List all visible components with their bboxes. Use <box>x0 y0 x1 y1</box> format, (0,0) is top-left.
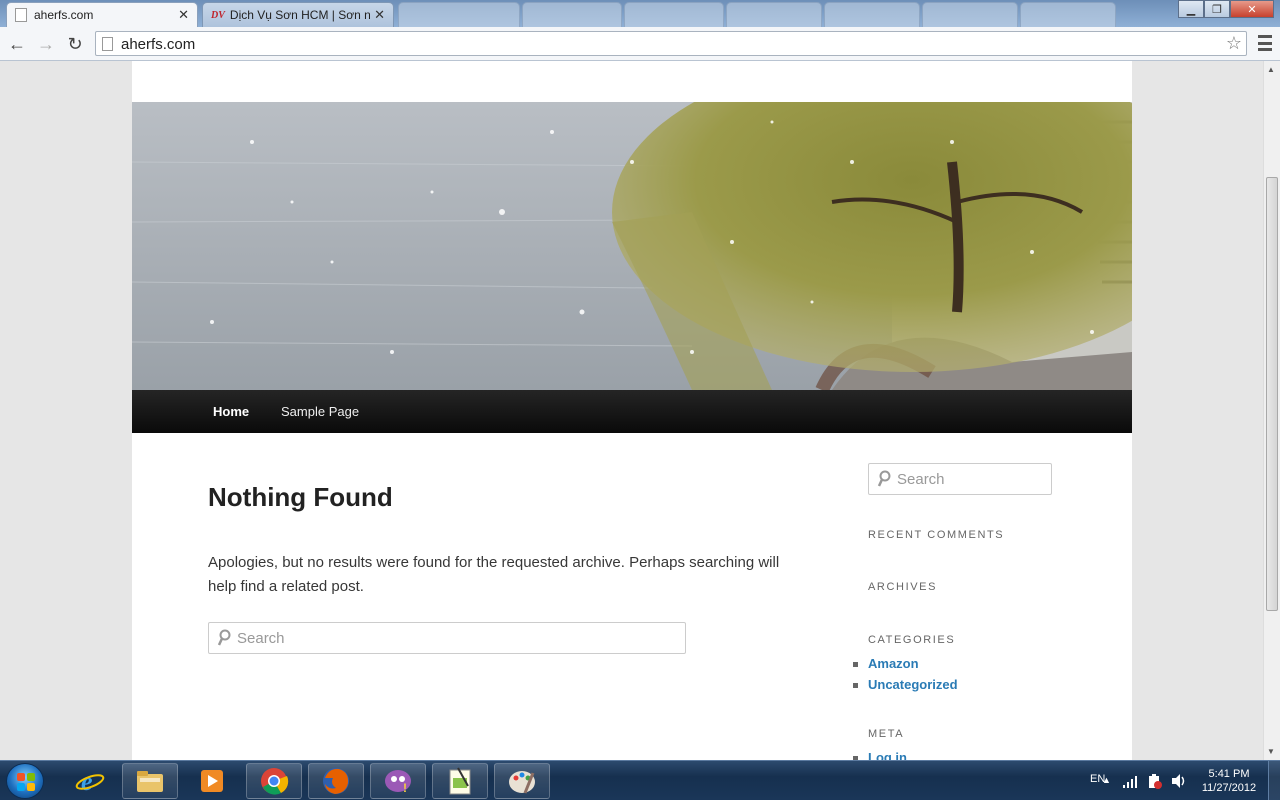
page-icon <box>15 8 27 22</box>
tab-background[interactable] <box>726 2 822 27</box>
notepad-icon[interactable] <box>432 763 488 799</box>
system-clock[interactable]: 5:41 PM 11/27/2012 <box>1194 767 1264 795</box>
volume-icon[interactable] <box>1170 773 1188 789</box>
browser-tab-strip: aherfs.com ✕ DV Dịch Vụ Sơn HCM | Sơn nh… <box>0 0 1280 27</box>
widget-title-categories: CATEGORIES <box>868 634 956 646</box>
url-text: aherfs.com <box>121 36 196 53</box>
chrome-icon[interactable] <box>246 763 302 799</box>
windows-flag-icon <box>17 773 35 791</box>
network-signal-icon[interactable] <box>1122 775 1138 789</box>
tab-title: aherfs.com <box>34 8 94 22</box>
minimize-button[interactable]: ▁ <box>1178 0 1204 18</box>
site-page: Home Sample Page Nothing Found Apologies… <box>132 61 1132 760</box>
bookmark-star-icon[interactable]: ☆ <box>1226 33 1242 54</box>
nav-home[interactable]: Home <box>213 404 249 419</box>
categories-list: Amazon Uncategorized <box>853 656 958 698</box>
search-icon <box>217 629 231 646</box>
category-link-uncategorized[interactable]: Uncategorized <box>868 677 958 692</box>
tab-background[interactable] <box>824 2 920 27</box>
start-button[interactable] <box>6 763 44 799</box>
widget-title-recent-comments: RECENT COMMENTS <box>868 529 1005 541</box>
list-item: Log in <box>853 750 907 760</box>
close-window-button[interactable]: ✕ <box>1230 0 1274 18</box>
clock-time: 5:41 PM <box>1208 768 1250 780</box>
scroll-down-icon[interactable]: ▼ <box>1267 747 1275 756</box>
menu-icon[interactable] <box>1258 35 1272 51</box>
yahoo-messenger-icon[interactable]: ! <box>370 763 426 799</box>
clock-date: 11/27/2012 <box>1201 782 1257 794</box>
page-viewport: Home Sample Page Nothing Found Apologies… <box>0 61 1263 760</box>
reload-icon[interactable]: ↻ <box>64 33 86 55</box>
window-controls: ▁ ❐ ✕ <box>1178 0 1274 18</box>
widget-title-meta: META <box>868 728 905 740</box>
close-tab-icon[interactable]: ✕ <box>374 7 385 23</box>
dv-favicon-icon: DV <box>211 9 225 21</box>
firefox-icon[interactable] <box>308 763 364 799</box>
tab-background[interactable] <box>522 2 622 27</box>
svg-text:e: e <box>81 767 93 796</box>
windows-explorer-icon[interactable] <box>122 763 178 799</box>
forward-arrow-icon[interactable]: → <box>35 33 57 55</box>
svg-text:!: ! <box>403 781 407 794</box>
tab-title: Dịch Vụ Sơn HCM | Sơn nhà <box>229 8 370 22</box>
widget-title-archives: ARCHIVES <box>868 581 938 593</box>
close-tab-icon[interactable]: ✕ <box>178 7 189 23</box>
meta-list: Log in <box>853 750 907 760</box>
tab-background[interactable] <box>922 2 1018 27</box>
sidebar-search-box <box>868 463 1052 495</box>
header-image <box>132 102 1132 390</box>
tab-aherfs[interactable]: aherfs.com ✕ <box>6 2 198 27</box>
internet-explorer-icon[interactable]: e <box>62 763 118 799</box>
main-search-input[interactable] <box>237 623 679 653</box>
maximize-button[interactable]: ❐ <box>1204 0 1230 18</box>
nav-sample-page[interactable]: Sample Page <box>281 404 359 419</box>
category-link-amazon[interactable]: Amazon <box>868 656 919 671</box>
power-icon[interactable] <box>1146 773 1162 789</box>
tab-background[interactable] <box>1020 2 1116 27</box>
page-title: Nothing Found <box>208 482 393 512</box>
scroll-up-icon[interactable]: ▲ <box>1267 65 1275 74</box>
paint-icon[interactable] <box>494 763 550 799</box>
media-player-icon[interactable] <box>184 763 240 799</box>
show-desktop-button[interactable] <box>1268 761 1280 800</box>
search-icon <box>877 470 891 487</box>
windows-taskbar: e ! EN ▲ 5:41 PM 11/27/2012 <box>0 760 1280 800</box>
page-scrollbar[interactable]: ▲ ▼ <box>1263 61 1280 760</box>
scroll-thumb[interactable] <box>1266 177 1278 611</box>
sidebar-search-input[interactable] <box>897 464 1045 494</box>
list-item: Amazon <box>853 656 958 677</box>
tab-dich-vu-son[interactable]: DV Dịch Vụ Sơn HCM | Sơn nhà ✕ <box>202 2 394 27</box>
tab-background[interactable] <box>624 2 724 27</box>
back-arrow-icon[interactable]: ← <box>6 33 28 55</box>
address-bar[interactable]: aherfs.com ☆ <box>95 31 1247 56</box>
meta-link-login[interactable]: Log in <box>868 750 907 760</box>
no-results-message: Apologies, but no results were found for… <box>208 554 780 595</box>
browser-toolbar: ← → ↻ aherfs.com ☆ <box>0 27 1280 61</box>
page-icon <box>102 37 113 51</box>
show-hidden-icons-icon[interactable]: ▲ <box>1102 775 1111 785</box>
tab-background[interactable] <box>398 2 520 27</box>
main-search-box <box>208 622 686 654</box>
main-navigation: Home Sample Page <box>132 390 1132 433</box>
list-item: Uncategorized <box>853 677 958 698</box>
